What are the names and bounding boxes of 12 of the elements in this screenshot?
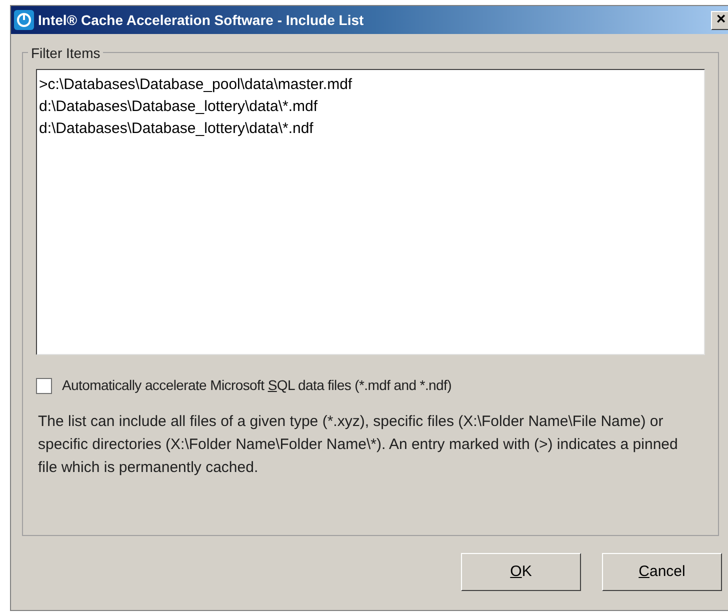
filter-entry: >c:\Databases\Database_pool\data\master.mdf — [39, 75, 354, 95]
filter-list[interactable]: >c:\Databases\Database_pool\data\master.mdf d:\Databases\Database_lottery\data\*.mdf d:\Databases\Database_lottery\data\*.ndf — [36, 69, 705, 355]
close-button[interactable]: × — [711, 10, 728, 30]
window-title: Intel® Cache Acceleration Software - Include List — [38, 10, 365, 30]
dialog-button[interactable]: OK — [461, 553, 581, 591]
description: The list can include all files of a given type (*.xyz), specific files (X:\Folder Name\File Name) or specific directories (X:\Folder Name\Folder Name\*). An entry marked with (>) indicates a pinned file which is permanently cached. — [37, 412, 679, 478]
filter-entry: d:\Databases\Database_lottery\data\*.ndf — [39, 119, 314, 139]
dialog-button[interactable]: Cancel — [602, 553, 722, 591]
checkbox-label[interactable]: Automatically accelerate Microsoft SQL data files (*.mdf and *.ndf) — [62, 375, 452, 396]
checkbox[interactable] — [36, 378, 52, 394]
filter-entry: d:\Databases\Database_lottery\data\*.mdf — [39, 97, 318, 117]
app-logo-icon — [14, 10, 34, 30]
